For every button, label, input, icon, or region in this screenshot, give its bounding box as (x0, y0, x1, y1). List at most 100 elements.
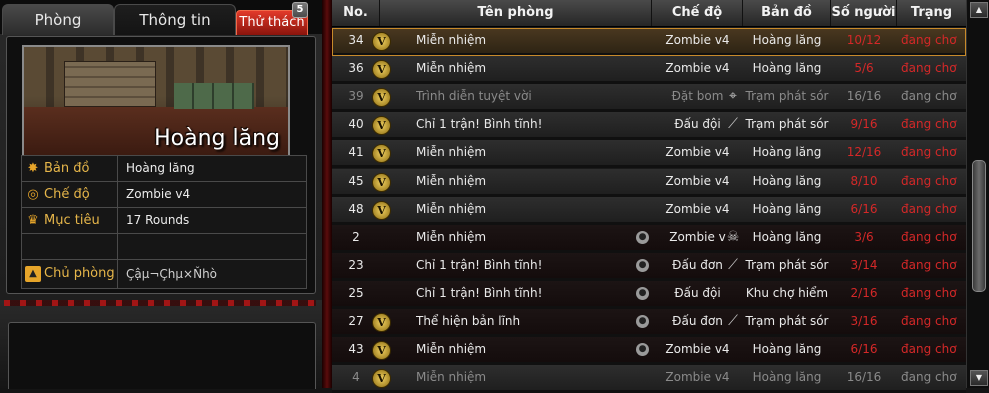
v-medal-icon: V (372, 369, 391, 388)
room-status: đang chơ (901, 286, 957, 300)
table-row[interactable]: 43 V Miễn nhiệm ● Zombie v4 Hoàng lăng 6/16 đan… (332, 337, 966, 365)
room-players: 9/16 (850, 117, 878, 131)
info-row-goal: ♛ Mục tiêu 17 Rounds (21, 208, 307, 234)
map-label-text: Bản đồ (44, 161, 90, 176)
room-name: Miễn nhiệm (416, 202, 487, 216)
room-map: Hoàng lăng (752, 342, 822, 356)
room-list: No. Tên phòng Chế độ Bản đồ Số người Trạ… (332, 0, 966, 393)
table-row[interactable]: 27 V Thể hiện bản lĩnh ● Đấu đơn ⟋ Trạm phát s… (332, 309, 966, 337)
lock-icon: ● (636, 231, 649, 244)
table-row[interactable]: 36 V Miễn nhiệm Zombie v4 Hoàng lăng 5/6 đang … (332, 56, 966, 84)
knife-icon: ⟋ (728, 313, 738, 329)
table-row[interactable]: 48 V Miễn nhiệm Zombie v4 Hoàng lăng 6/16 đang… (332, 197, 966, 225)
info-row-mode: ◎ Chế độ Zombie v4 (21, 182, 307, 208)
decorative-strip (4, 300, 316, 306)
room-name: Chỉ 1 trận! Bình tĩnh! (416, 258, 543, 272)
header-map[interactable]: Bản đồ (743, 0, 831, 26)
room-status: đang chơ (901, 342, 957, 356)
room-map: Hoàng lăng (752, 174, 822, 188)
header-room-name[interactable]: Tên phòng (380, 0, 652, 26)
lower-panel (0, 300, 322, 389)
info-label-goal: ♛ Mục tiêu (22, 208, 118, 233)
room-name: Miễn nhiệm (416, 61, 487, 75)
room-map: Hoàng lăng (752, 33, 822, 47)
room-status: đang chơ (901, 117, 957, 131)
room-status: đang chơ (901, 258, 957, 272)
v-medal-icon: V (372, 32, 391, 51)
scroll-up-button[interactable]: ▲ (970, 2, 988, 18)
room-map: Hoàng lăng (752, 230, 822, 244)
sun-icon: ✸ (27, 161, 39, 176)
room-number: 23 (348, 258, 364, 272)
room-name: Miễn nhiệm (416, 342, 487, 356)
room-map: Trạm phát sór (745, 314, 829, 328)
room-list-header: No. Tên phòng Chế độ Bản đồ Số người Trạ… (332, 0, 966, 46)
zombie-icon: ☠ (726, 229, 740, 245)
room-status: đang chơ (901, 174, 957, 188)
lock-icon: ● (636, 287, 649, 300)
room-name: Trình diễn tuyệt vời (416, 89, 532, 103)
table-row[interactable]: 39 V Trình diễn tuyệt vời Đặt bom ⌖ Trạm phát… (332, 84, 966, 112)
scroll-thumb[interactable] (972, 160, 986, 292)
room-number: 2 (352, 230, 360, 244)
room-map: Hoàng lăng (752, 145, 822, 159)
table-row[interactable]: 25 Chỉ 1 trận! Bình tĩnh! ● Đấu đội Khu chợ … (332, 281, 966, 309)
room-mode: Đấu đội (674, 286, 721, 300)
table-row[interactable]: 23 Chỉ 1 trận! Bình tĩnh! ● Đấu đơn ⟋ Trạm ph… (332, 253, 966, 281)
header-players[interactable]: Số người (831, 0, 897, 26)
v-medal-icon: V (372, 116, 391, 135)
tab-phong[interactable]: Phòng (2, 4, 114, 35)
table-row[interactable]: 41 V Miễn nhiệm Zombie v4 Hoàng lăng 12/16 đan… (332, 140, 966, 168)
scroll-down-button[interactable]: ▼ (970, 370, 988, 386)
info-row-empty (21, 234, 307, 260)
header-no[interactable]: No. (332, 0, 380, 26)
owner-label-text: Chủ phòng (44, 266, 115, 281)
room-map: Trạm phát sór (745, 117, 829, 131)
v-medal-icon: V (372, 173, 391, 192)
room-name: Miễn nhiệm (416, 145, 487, 159)
room-map: Trạm phát sór (745, 258, 829, 272)
lock-icon: ● (636, 343, 649, 356)
room-info-table: ✸ Bản đồ Hoàng lăng ◎ Chế độ Zombie v4 ♛… (21, 155, 307, 289)
table-row[interactable]: 45 V Miễn nhiệm Zombie v4 Hoàng lăng 8/10 đang… (332, 169, 966, 197)
map-preview-crates (174, 83, 254, 109)
room-map: Khu chợ hiểm (745, 286, 829, 300)
room-list-scrollbar[interactable]: ▲ ▼ (966, 0, 989, 388)
challenge-count-badge: 5 (292, 2, 308, 18)
table-row[interactable]: 2 Miễn nhiệm ● Zombie v ☠ Hoàng lăng 3/6 đang c… (332, 225, 966, 253)
room-players: 12/16 (846, 145, 882, 159)
room-mode: Zombie v4 (665, 61, 730, 75)
table-row[interactable]: 4 V Miễn nhiệm Zombie v4 Hoàng lăng 16/16 đang… (332, 365, 966, 393)
tab-bar: Phòng Thông tin Thử thách 5 (0, 0, 322, 35)
info-row-map: ✸ Bản đồ Hoàng lăng (21, 155, 307, 182)
tab-thong-tin[interactable]: Thông tin (114, 4, 236, 35)
room-map: Hoàng lăng (752, 370, 822, 384)
room-detail-box: Hoàng lăng ✸ Bản đồ Hoàng lăng ◎ Chế độ … (6, 36, 316, 294)
room-mode: Zombie v4 (665, 145, 730, 159)
room-number: 25 (348, 286, 364, 300)
room-status: đang chơ (901, 61, 957, 75)
header-mode[interactable]: Chế độ (652, 0, 743, 26)
table-row[interactable]: 34 V Miễn nhiệm Zombie v4 Hoàng lăng 10/12 đan… (332, 28, 966, 56)
room-status: đang chơ (901, 145, 957, 159)
v-medal-icon: V (372, 313, 391, 332)
info-value-owner: Çậµ¬Çhµ×Ňhò (126, 267, 218, 281)
v-medal-icon: V (372, 60, 391, 79)
info-label-empty (22, 234, 118, 259)
table-row[interactable]: 40 V Chỉ 1 trận! Bình tĩnh! Đấu đội ⟋ Trạm ph… (332, 112, 966, 140)
room-players: 8/10 (850, 174, 878, 188)
room-players: 5/6 (854, 61, 874, 75)
room-status: đang chơ (901, 33, 957, 47)
info-value-mode: Zombie v4 (126, 187, 191, 201)
room-mode: Zombie v4 (665, 174, 730, 188)
room-mode: Zombie v4 (665, 33, 730, 47)
room-map: Trạm phát sór (745, 89, 829, 103)
room-name: Thể hiện bản lĩnh (416, 314, 521, 328)
crosshair-icon: ⌖ (729, 88, 737, 104)
lock-icon: ● (636, 315, 649, 328)
room-mode: Zombie v4 (665, 202, 730, 216)
room-name: Chỉ 1 trận! Bình tĩnh! (416, 117, 543, 131)
owner-icon: ▲ (25, 266, 41, 282)
lower-box (8, 322, 316, 389)
header-status[interactable]: Trạng thái (897, 0, 966, 46)
